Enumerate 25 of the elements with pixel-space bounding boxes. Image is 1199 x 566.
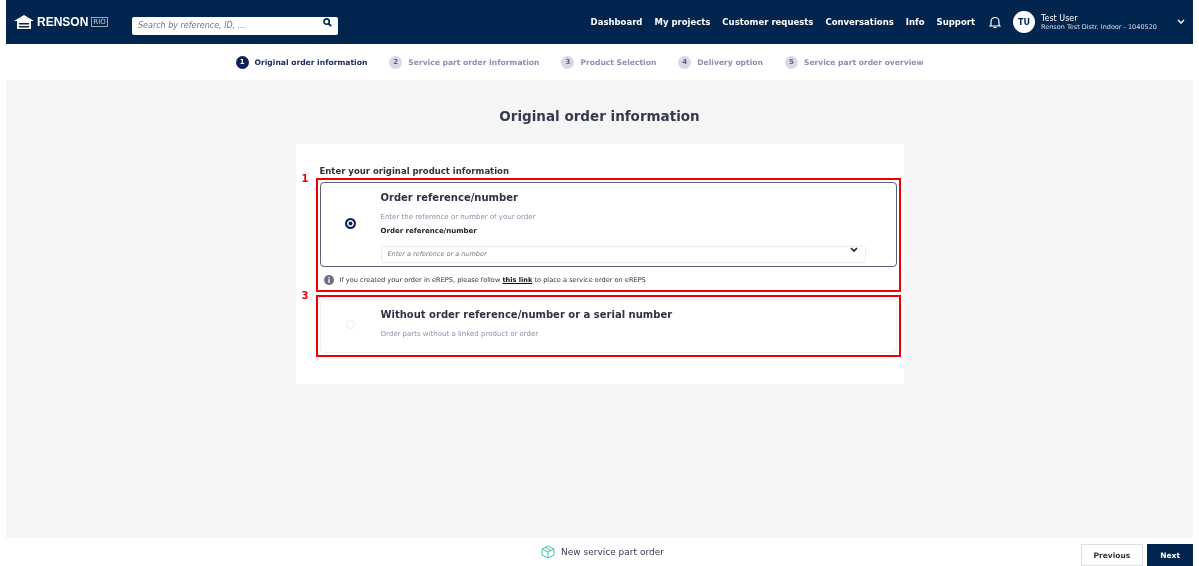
option-title: Order reference/number [380,192,519,203]
nav-link[interactable]: Conversations [825,17,894,27]
logo-text: RENSON [37,15,89,29]
nav-link[interactable]: My projects [654,17,711,27]
search-icon [323,18,332,27]
chevron-down-icon[interactable] [1177,19,1185,25]
footer-title: New service part order [561,547,664,557]
nav-link[interactable]: Customer requests [722,17,814,27]
annotation-number: 1 [301,173,309,184]
annotation-number: 3 [301,290,309,301]
chevron-down-icon [849,247,858,253]
page-title: Original order information [499,108,700,124]
box-icon [541,545,555,559]
user-name: Test User [1041,13,1079,23]
nav-link[interactable]: Info [905,17,925,27]
user-avatar[interactable]: TU [1013,11,1035,33]
info-icon [323,275,334,285]
section-heading: Enter your original product information [319,166,510,176]
nav-link[interactable]: Support [936,17,975,27]
house-logo-icon [14,15,34,29]
option-title: Without order reference/number or a serial number [380,309,674,320]
bell-icon[interactable] [989,15,1001,29]
nav-link[interactable]: Dashboard [590,17,643,27]
radio-button[interactable] [345,217,356,229]
search-field[interactable]: Search by reference, ID, ... [132,16,338,35]
